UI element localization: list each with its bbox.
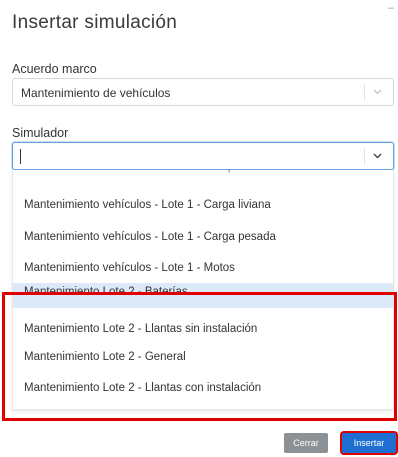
simulador-label: Simulador [12,126,69,140]
list-item[interactable]: Mantenimiento vehículos - Lote 1 - Motos [13,253,393,284]
cerrar-button[interactable]: Cerrar [284,433,328,453]
list-item[interactable]: Mantenimiento vehículos - Lote 1 - Carga… [13,222,393,253]
acuerdo-marco-value: Mantenimiento de vehículos [21,86,171,100]
list-item[interactable]: Mantenimiento vehículos - Lote 1 - Campe… [13,170,393,183]
acuerdo-marco-select[interactable]: Mantenimiento de vehículos [12,78,394,106]
chevron-down-icon[interactable] [372,150,383,161]
close-icon[interactable]: – [388,2,394,14]
dialog-title: Insertar simulación [12,12,178,33]
simulador-options-list[interactable]: Mantenimiento vehículos - Lote 1 - Campe… [12,170,394,410]
acuerdo-marco-label: Acuerdo marco [12,62,97,76]
list-item[interactable]: Mantenimiento Lote 2 - General [13,342,393,373]
list-item[interactable]: Mantenimiento Lote 2 - Llantas con insta… [13,373,393,404]
list-item[interactable]: Mantenimiento Lote 2 - Baterías [13,283,393,308]
list-item[interactable]: Mantenimiento vehículos - Lote 1 - Carga… [13,190,393,221]
select-separator [364,84,365,101]
simulador-select[interactable] [12,142,394,170]
list-item[interactable]: Mantenimiento Lote 2 - Llantas sin insta… [13,314,393,345]
select-separator [364,148,365,165]
text-cursor [20,149,21,164]
insertar-button[interactable]: Insertar [342,433,396,453]
chevron-down-icon[interactable] [372,86,383,97]
